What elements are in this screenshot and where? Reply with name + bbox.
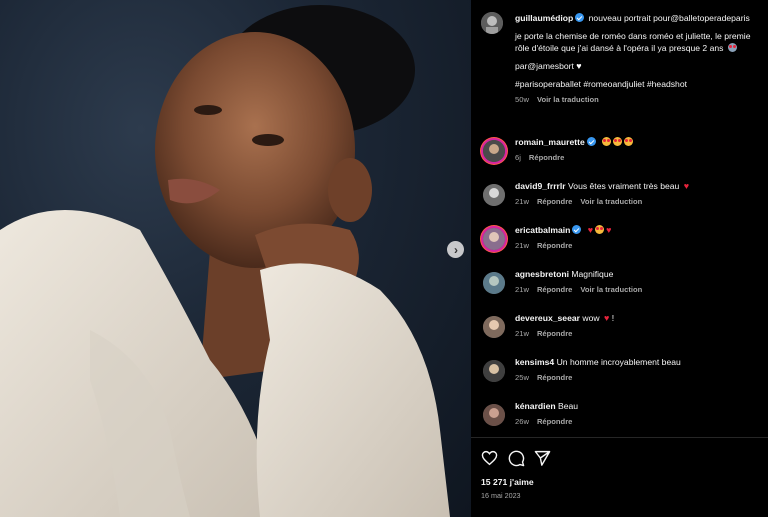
comment-age: 25w bbox=[515, 373, 529, 382]
comment-reply-link[interactable]: Répondre bbox=[537, 285, 572, 294]
portrait-image bbox=[0, 5, 450, 517]
like-button[interactable] bbox=[481, 450, 498, 471]
comment-username[interactable]: ericatbalmain bbox=[515, 225, 570, 235]
caption-line-1: nouveau portrait pour@balletoperadeparis bbox=[588, 13, 750, 23]
comment-age: 21w bbox=[515, 241, 529, 250]
comment-avatar[interactable] bbox=[483, 316, 505, 338]
globe-emoji-icon bbox=[727, 43, 737, 52]
like-count[interactable]: 15 271 j'aime bbox=[481, 477, 534, 487]
heart-eyes-emoji-icon bbox=[602, 137, 612, 146]
avatar-image bbox=[483, 140, 505, 162]
comment-text: Vous êtes vraiment très beau bbox=[568, 181, 680, 191]
comment-see-translation-link[interactable]: Voir la traduction bbox=[580, 285, 642, 294]
comment-age: 21w bbox=[515, 329, 529, 338]
comment-avatar[interactable] bbox=[483, 228, 505, 250]
comment-username[interactable]: romain_maurette bbox=[515, 137, 585, 147]
red-heart-icon: ♥ bbox=[606, 225, 612, 235]
caption-text: guillaumédiop nouveau portrait pour@ball… bbox=[515, 12, 768, 106]
comment-avatar[interactable] bbox=[483, 272, 505, 294]
author-avatar[interactable] bbox=[481, 12, 503, 34]
comment-username[interactable]: kénardien bbox=[515, 401, 556, 411]
comment-item: david9_frrrlr Vous êtes vraiment très be… bbox=[471, 178, 768, 218]
avatar-image bbox=[483, 404, 505, 426]
comment-item: kénardien Beau 26w Répondre bbox=[471, 398, 768, 438]
verified-badge-icon bbox=[572, 225, 582, 234]
send-paper-plane-icon bbox=[534, 450, 551, 466]
comment-reply-link[interactable]: Répondre bbox=[537, 417, 572, 426]
next-photo-button[interactable]: › bbox=[447, 241, 464, 258]
heart-outline-icon bbox=[481, 450, 498, 466]
post-age: 50w bbox=[515, 95, 529, 104]
avatar-image bbox=[483, 228, 505, 250]
post-action-bar: 15 271 j'aime 16 mai 2023 bbox=[471, 437, 768, 517]
verified-badge-icon bbox=[575, 13, 585, 22]
avatar-image bbox=[483, 184, 505, 206]
post-side-panel: guillaumédiop nouveau portrait pour@ball… bbox=[471, 0, 768, 517]
comment-username[interactable]: devereux_seear bbox=[515, 313, 580, 323]
caption-hashtags[interactable]: #parisoperaballet #romeoandjuliet #heads… bbox=[515, 78, 768, 90]
avatar-image bbox=[483, 316, 505, 338]
white-heart-icon: ♥ bbox=[576, 61, 582, 71]
caption-credit[interactable]: par@jamesbort bbox=[515, 61, 574, 71]
red-heart-icon: ♥ bbox=[603, 313, 610, 323]
comment-item: agnesbretoni Magnifique 21w Répondre Voir … bbox=[471, 266, 768, 306]
comment-reply-link[interactable]: Répondre bbox=[537, 373, 572, 382]
comment-text: wow bbox=[582, 313, 600, 323]
comment-age: 21w bbox=[515, 197, 529, 206]
red-heart-icon: ♥ bbox=[683, 181, 690, 191]
comment-avatar[interactable] bbox=[483, 360, 505, 382]
heart-eyes-emoji-icon bbox=[595, 225, 605, 234]
post-photo[interactable]: › bbox=[0, 0, 471, 517]
comment-button[interactable] bbox=[508, 450, 525, 472]
comment-reply-link[interactable]: Répondre bbox=[537, 329, 572, 338]
chevron-right-icon: › bbox=[454, 242, 458, 257]
comment-item: kensims4 Un homme incroyablement beau 25… bbox=[471, 354, 768, 394]
avatar-image bbox=[483, 360, 505, 382]
comment-age: 6j bbox=[515, 153, 521, 162]
heart-eyes-emoji-icon bbox=[613, 137, 623, 146]
comment-avatar[interactable] bbox=[483, 184, 505, 206]
comment-age: 26w bbox=[515, 417, 529, 426]
comment-reply-link[interactable]: Répondre bbox=[529, 153, 564, 162]
comment-username[interactable]: david9_frrrlr bbox=[515, 181, 566, 191]
comment-item: devereux_seear wow ♥ ! 21w Répondre bbox=[471, 310, 768, 350]
comment-item: ericatbalmain ♥ ♥ 21w Répondre bbox=[471, 222, 768, 262]
avatar-image bbox=[483, 272, 505, 294]
verified-badge-icon bbox=[586, 137, 596, 146]
comment-item: romain_maurette 6j Répondre bbox=[471, 134, 768, 174]
comment-avatar[interactable] bbox=[483, 140, 505, 162]
comment-text: Magnifique bbox=[571, 269, 614, 279]
caption-line-2: je porte la chemise de roméo dans roméo … bbox=[515, 31, 751, 41]
comment-reply-link[interactable]: Répondre bbox=[537, 241, 572, 250]
share-button[interactable] bbox=[534, 450, 551, 471]
comment-text-suffix: ! bbox=[611, 313, 615, 323]
post-see-translation-link[interactable]: Voir la traduction bbox=[537, 95, 599, 104]
comment-username[interactable]: kensims4 bbox=[515, 357, 554, 367]
comment-text: Beau bbox=[558, 401, 579, 411]
comment-bubble-icon bbox=[508, 450, 525, 467]
comment-reply-link[interactable]: Répondre bbox=[537, 197, 572, 206]
heart-eyes-emoji-icon bbox=[624, 137, 634, 146]
comment-username[interactable]: agnesbretoni bbox=[515, 269, 569, 279]
comment-avatar[interactable] bbox=[483, 404, 505, 426]
avatar-image bbox=[481, 12, 503, 34]
caption-line-3: rôle d'étoile que j'ai dansé à l'opéra i… bbox=[515, 43, 724, 53]
comment-text: Un homme incroyablement beau bbox=[556, 357, 681, 367]
author-username[interactable]: guillaumédiop bbox=[515, 13, 573, 23]
comment-age: 21w bbox=[515, 285, 529, 294]
red-heart-icon: ♥ bbox=[587, 225, 594, 235]
comment-see-translation-link[interactable]: Voir la traduction bbox=[580, 197, 642, 206]
instagram-post-modal: › guillaumédiop nouveau portrait pour@ba… bbox=[0, 0, 768, 517]
post-date: 16 mai 2023 bbox=[481, 491, 521, 500]
